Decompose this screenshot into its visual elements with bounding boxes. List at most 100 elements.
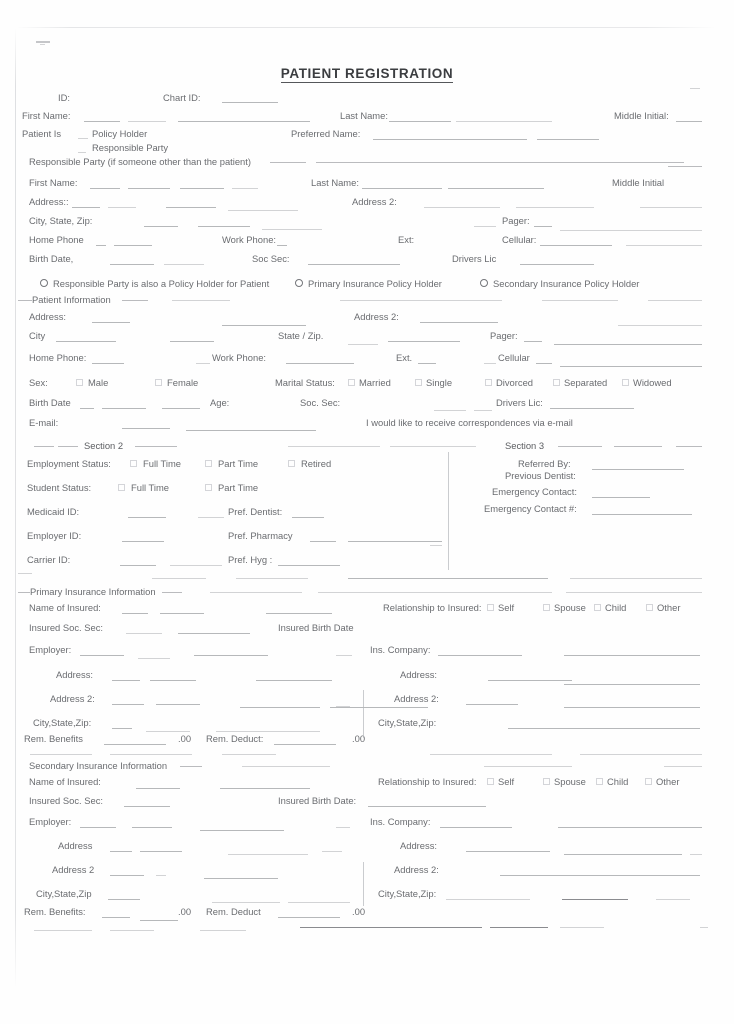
patient-first-name-input-2[interactable]: [128, 121, 166, 122]
pi-city-input[interactable]: [56, 341, 116, 342]
sec-ins-address2-input[interactable]: [500, 875, 700, 876]
pi-state-zip-input-2[interactable]: [388, 341, 460, 342]
rp-birth-date-input-2[interactable]: [164, 264, 204, 265]
pri-rem-deduct-input[interactable]: [274, 744, 336, 745]
sec-address2-input[interactable]: [110, 875, 144, 876]
rp-pager-input[interactable]: [534, 226, 552, 227]
rp-city-state-zip-input[interactable]: [144, 226, 178, 227]
rp-first-name-input-3[interactable]: [180, 188, 224, 189]
referred-by-input[interactable]: [592, 469, 684, 470]
pi-address2-input[interactable]: [420, 322, 498, 323]
checkbox-marital-separated[interactable]: [553, 379, 560, 386]
pri-employer-input-3[interactable]: [194, 655, 268, 656]
checkbox-pri-relationship-child[interactable]: [594, 604, 601, 611]
rp-first-name-input-4[interactable]: [232, 188, 258, 189]
rp-soc-sec-input[interactable]: [308, 264, 400, 265]
sec-name-of-insured-input-2[interactable]: [220, 788, 310, 789]
pi-home-phone-input-2[interactable]: [196, 363, 210, 364]
rp-address-input-3[interactable]: [166, 207, 216, 208]
pref-pharmacy-input[interactable]: [310, 541, 336, 542]
preferred-name-input-2[interactable]: [537, 139, 599, 140]
pri-insured-soc-sec-input-2[interactable]: [178, 633, 250, 634]
checkbox-sec-relationship-other[interactable]: [645, 778, 652, 785]
pi-birth-date-input[interactable]: [80, 408, 94, 409]
sec-insured-birth-date-input[interactable]: [368, 806, 486, 807]
rp-home-phone-input-2[interactable]: [114, 245, 152, 246]
emergency-contact-input[interactable]: [592, 497, 650, 498]
pi-cellular-prefix[interactable]: [484, 363, 496, 364]
checkbox-student-full-time[interactable]: [118, 484, 125, 491]
chart-id-input[interactable]: [222, 102, 278, 103]
rp-address-input-4[interactable]: [228, 210, 298, 211]
sec-employer-input-4[interactable]: [336, 827, 350, 828]
rp-city-state-zip-input-3[interactable]: [262, 229, 322, 230]
pri-name-of-insured-input-2[interactable]: [160, 613, 204, 614]
pri-insured-soc-sec-input[interactable]: [126, 633, 162, 634]
pri-address-input-2[interactable]: [150, 680, 196, 681]
pri-employer-input[interactable]: [80, 655, 124, 656]
pri-ins-company-input[interactable]: [438, 655, 522, 656]
pri-ins-company-input-2[interactable]: [564, 655, 700, 656]
checkbox-employment-full-time[interactable]: [130, 460, 137, 467]
rp-address2-input[interactable]: [424, 207, 500, 208]
carrier-id-input[interactable]: [120, 565, 156, 566]
checkbox-sex-female[interactable]: [155, 379, 162, 386]
sec-ins-address-input-2[interactable]: [564, 854, 682, 855]
pi-home-phone-input[interactable]: [92, 363, 124, 364]
pi-email-input-2[interactable]: [186, 430, 316, 431]
rp-drivers-lic-input[interactable]: [520, 264, 594, 265]
rp-pager-prefix[interactable]: [474, 226, 496, 227]
sec-ins-city-state-zip-input-3[interactable]: [656, 899, 690, 900]
checkbox-marital-widowed[interactable]: [622, 379, 629, 386]
pi-drivers-lic-input[interactable]: [550, 408, 634, 409]
checkbox-student-part-time[interactable]: [205, 484, 212, 491]
checkbox-pri-relationship-self[interactable]: [487, 604, 494, 611]
rp-cellular-input-2[interactable]: [626, 245, 702, 246]
checkbox-sec-relationship-spouse[interactable]: [543, 778, 550, 785]
sec-ins-company-input-2[interactable]: [558, 827, 702, 828]
emergency-contact-number-input[interactable]: [592, 514, 692, 515]
radio-secondary-insurance-policy-holder[interactable]: [480, 279, 488, 287]
rp-work-phone-input[interactable]: [277, 245, 287, 246]
sec-ins-company-input[interactable]: [440, 827, 512, 828]
sec-city-state-zip-input-2[interactable]: [212, 902, 280, 903]
sec-address2-input-2[interactable]: [156, 875, 166, 876]
pri-employer-input-2[interactable]: [138, 658, 170, 659]
rp-address2-input-2[interactable]: [516, 207, 594, 208]
pi-city-input-2[interactable]: [170, 341, 214, 342]
pri-ins-address-input-2[interactable]: [564, 684, 700, 685]
rp-last-name-input-2[interactable]: [448, 188, 544, 189]
checkbox-marital-divorced[interactable]: [485, 379, 492, 386]
sec-city-state-zip-input-3[interactable]: [288, 902, 350, 903]
sec-ins-address-input[interactable]: [466, 851, 550, 852]
rp-first-name-input-2[interactable]: [128, 188, 170, 189]
checkbox-sec-relationship-self[interactable]: [487, 778, 494, 785]
pi-pager-input[interactable]: [524, 341, 542, 342]
rp-address2-input-3[interactable]: [640, 207, 702, 208]
checkbox-marital-single[interactable]: [415, 379, 422, 386]
pri-city-state-zip-input-2[interactable]: [146, 731, 190, 732]
sec-ins-city-state-zip-input[interactable]: [446, 899, 530, 900]
medicaid-id-input[interactable]: [128, 517, 166, 518]
sec-address-input-4[interactable]: [322, 851, 342, 852]
rp-last-name-input[interactable]: [362, 188, 442, 189]
sec-address-input-2[interactable]: [140, 851, 182, 852]
pi-work-phone-input[interactable]: [286, 363, 354, 364]
sec-name-of-insured-input[interactable]: [136, 788, 180, 789]
medicaid-id-input-2[interactable]: [198, 517, 224, 518]
sec-employer-input-2[interactable]: [132, 827, 172, 828]
pri-ins-city-state-zip-input[interactable]: [508, 728, 700, 729]
rp-address-input[interactable]: [72, 207, 100, 208]
pi-soc-sec-input-2[interactable]: [474, 410, 492, 411]
sec-address2-input-3[interactable]: [204, 878, 278, 879]
pi-address-input-2[interactable]: [222, 325, 306, 326]
patient-first-name-input-3[interactable]: [178, 121, 310, 122]
pi-pager-input-2[interactable]: [554, 344, 702, 345]
pri-name-of-insured-input-3[interactable]: [266, 613, 332, 614]
pref-hyg-input[interactable]: [278, 565, 340, 566]
pref-dentist-input[interactable]: [292, 517, 324, 518]
sec-rem-benefits-input-2[interactable]: [140, 920, 178, 921]
patient-is-responsible-party-checkbox[interactable]: [78, 152, 86, 153]
checkbox-marital-married[interactable]: [348, 379, 355, 386]
employer-id-input[interactable]: [122, 541, 164, 542]
